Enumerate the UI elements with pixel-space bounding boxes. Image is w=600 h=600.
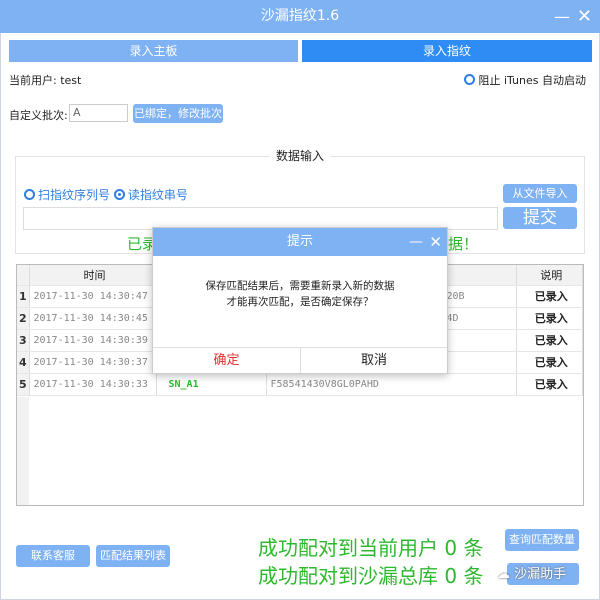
watermark: ☁ 沙漏助手 <box>497 563 566 582</box>
dialog-title: 提示 <box>286 234 313 249</box>
radio-read-label: 读指纹串号 <box>127 188 188 202</box>
dialog-line-1: 保存匹配结果后，需要重新录入新的数据 <box>205 280 395 292</box>
row-status: 已录入 <box>516 307 583 330</box>
dialog-close-icon[interactable]: ✕ <box>429 228 442 256</box>
radio-checked-icon <box>113 189 125 200</box>
header-note: 说明 <box>516 265 583 286</box>
tab-fingerprint[interactable]: 录入指纹 <box>302 40 592 62</box>
minimize-icon[interactable]: — <box>554 0 570 33</box>
row-status: 已录入 <box>516 373 583 396</box>
row-number: 1 <box>17 285 30 308</box>
row-number: 4 <box>17 351 30 374</box>
watermark-text: 沙漏助手 <box>514 567 567 582</box>
row-status: 已录入 <box>516 351 583 374</box>
radio-icon <box>464 74 476 85</box>
match-results-button[interactable]: 匹配结果列表 <box>96 545 170 567</box>
confirm-dialog: 提示 — ✕ 保存匹配结果后，需要重新录入新的数据 才能再次匹配，是否确定保存？ … <box>152 227 448 374</box>
radio-icon <box>24 189 35 200</box>
row-time: 2017-11-30 14:30:45 <box>29 307 157 330</box>
window-title: 沙漏指纹1.6 <box>260 8 340 24</box>
itunes-label: 阻止 iTunes 自动启动 <box>478 74 586 87</box>
contact-support-button[interactable]: 联系客服 <box>16 545 90 567</box>
dialog-titlebar: 提示 — ✕ <box>153 228 447 256</box>
row-sn: SN_A1 <box>156 373 267 396</box>
dialog-minimize-icon[interactable]: — <box>409 228 423 256</box>
radio-group: 扫指纹序列号 读指纹串号 <box>24 186 188 203</box>
row-time: 2017-11-30 14:30:37 <box>29 351 157 374</box>
row-header-gutter <box>17 397 29 505</box>
dialog-line-2: 才能再次匹配，是否确定保存？ <box>226 296 374 308</box>
header-time: 时间 <box>29 265 157 286</box>
change-batch-button[interactable]: 已绑定，修改批次 <box>133 104 223 123</box>
data-input-title: 数据输入 <box>270 147 331 164</box>
batch-input[interactable]: A <box>69 104 128 122</box>
query-match-count-button[interactable]: 查询匹配数量 <box>505 529 579 551</box>
row-number: 3 <box>17 329 30 352</box>
radio-scan[interactable]: 扫指纹序列号 <box>24 188 110 202</box>
radio-scan-label: 扫指纹序列号 <box>38 188 111 202</box>
dialog-message: 保存匹配结果后，需要重新录入新的数据 才能再次匹配，是否确定保存？ <box>153 278 447 310</box>
dialog-ok-button[interactable]: 确定 <box>153 347 301 373</box>
import-file-button[interactable]: 从文件导入 <box>503 184 577 203</box>
row-serial: F58541430V8GL0PAHD <box>266 373 517 396</box>
row-status: 已录入 <box>516 285 583 308</box>
row-number: 5 <box>17 373 30 396</box>
title-bar: 沙漏指纹1.6 — ✕ <box>0 0 600 33</box>
wechat-icon: ☁ <box>497 567 510 582</box>
status-text-right: 据！ <box>448 235 479 253</box>
itunes-toggle[interactable]: 阻止 iTunes 自动启动 <box>464 72 586 88</box>
dialog-cancel-button[interactable]: 取消 <box>301 347 447 373</box>
radio-read[interactable]: 读指纹串号 <box>113 188 188 202</box>
close-icon[interactable]: ✕ <box>577 0 592 33</box>
user-value: test <box>60 74 82 87</box>
row-number: 2 <box>17 307 30 330</box>
batch-label: 自定义批次: <box>9 109 68 122</box>
match-total-text: 成功配对到沙漏总库 0 条 <box>258 564 484 588</box>
table-row[interactable]: 5 2017-11-30 14:30:33 SN_A1 F58541430V8GL0P… <box>17 373 583 396</box>
submit-button[interactable]: 提交 <box>503 207 577 229</box>
row-time: 2017-11-30 14:30:47 <box>29 285 157 308</box>
tab-motherboard[interactable]: 录入主板 <box>9 40 298 62</box>
row-status: 已录入 <box>516 329 583 352</box>
row-time: 2017-11-30 14:30:33 <box>29 373 157 396</box>
user-label: 当前用户: <box>9 74 57 87</box>
match-user-text: 成功配对到当前用户 0 条 <box>258 536 484 560</box>
row-time: 2017-11-30 14:30:39 <box>29 329 157 352</box>
current-user: 当前用户: test <box>9 72 81 88</box>
